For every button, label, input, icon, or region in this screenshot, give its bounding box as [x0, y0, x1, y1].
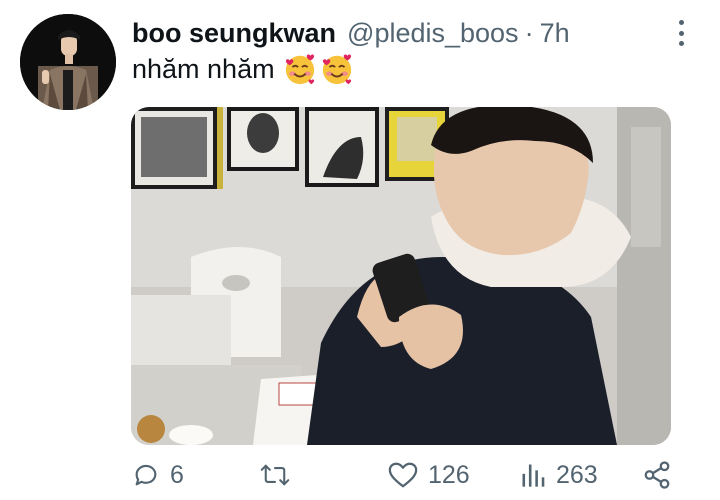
tweet-card[interactable]: boo seungkwan @pledis_boos · 7h nhăm nhă… [0, 0, 720, 500]
reply-count: 6 [170, 460, 184, 489]
timestamp[interactable]: 7h [540, 16, 570, 50]
share-icon [644, 461, 670, 489]
tweet-header: boo seungkwan @pledis_boos · 7h [132, 16, 570, 50]
more-options-icon[interactable] [672, 20, 690, 46]
tweet-actions: 6 126 263 [132, 452, 688, 498]
avatar[interactable] [20, 14, 116, 110]
smiling-face-with-hearts-icon [285, 54, 314, 85]
separator-dot: · [524, 18, 534, 48]
retweet-icon [260, 464, 290, 486]
tweet-text: nhăm nhăm [132, 52, 354, 86]
share-button[interactable] [642, 452, 672, 498]
heart-icon [388, 462, 418, 488]
tweet-text-content: nhăm nhăm [132, 54, 275, 84]
view-count: 263 [556, 460, 598, 489]
user-handle[interactable]: @pledis_boos [347, 16, 519, 50]
reply-icon [135, 464, 157, 486]
retweet-button[interactable] [260, 452, 300, 498]
photo-image [131, 107, 671, 445]
views-button[interactable]: 263 [520, 452, 598, 498]
tweet-photo[interactable] [131, 107, 671, 445]
like-button[interactable]: 126 [388, 452, 470, 498]
smiling-face-with-hearts-icon [322, 54, 351, 85]
reply-button[interactable]: 6 [132, 452, 184, 498]
display-name[interactable]: boo seungkwan [132, 16, 336, 50]
avatar-image [20, 14, 116, 110]
analytics-icon [522, 464, 545, 487]
like-count: 126 [428, 460, 470, 489]
